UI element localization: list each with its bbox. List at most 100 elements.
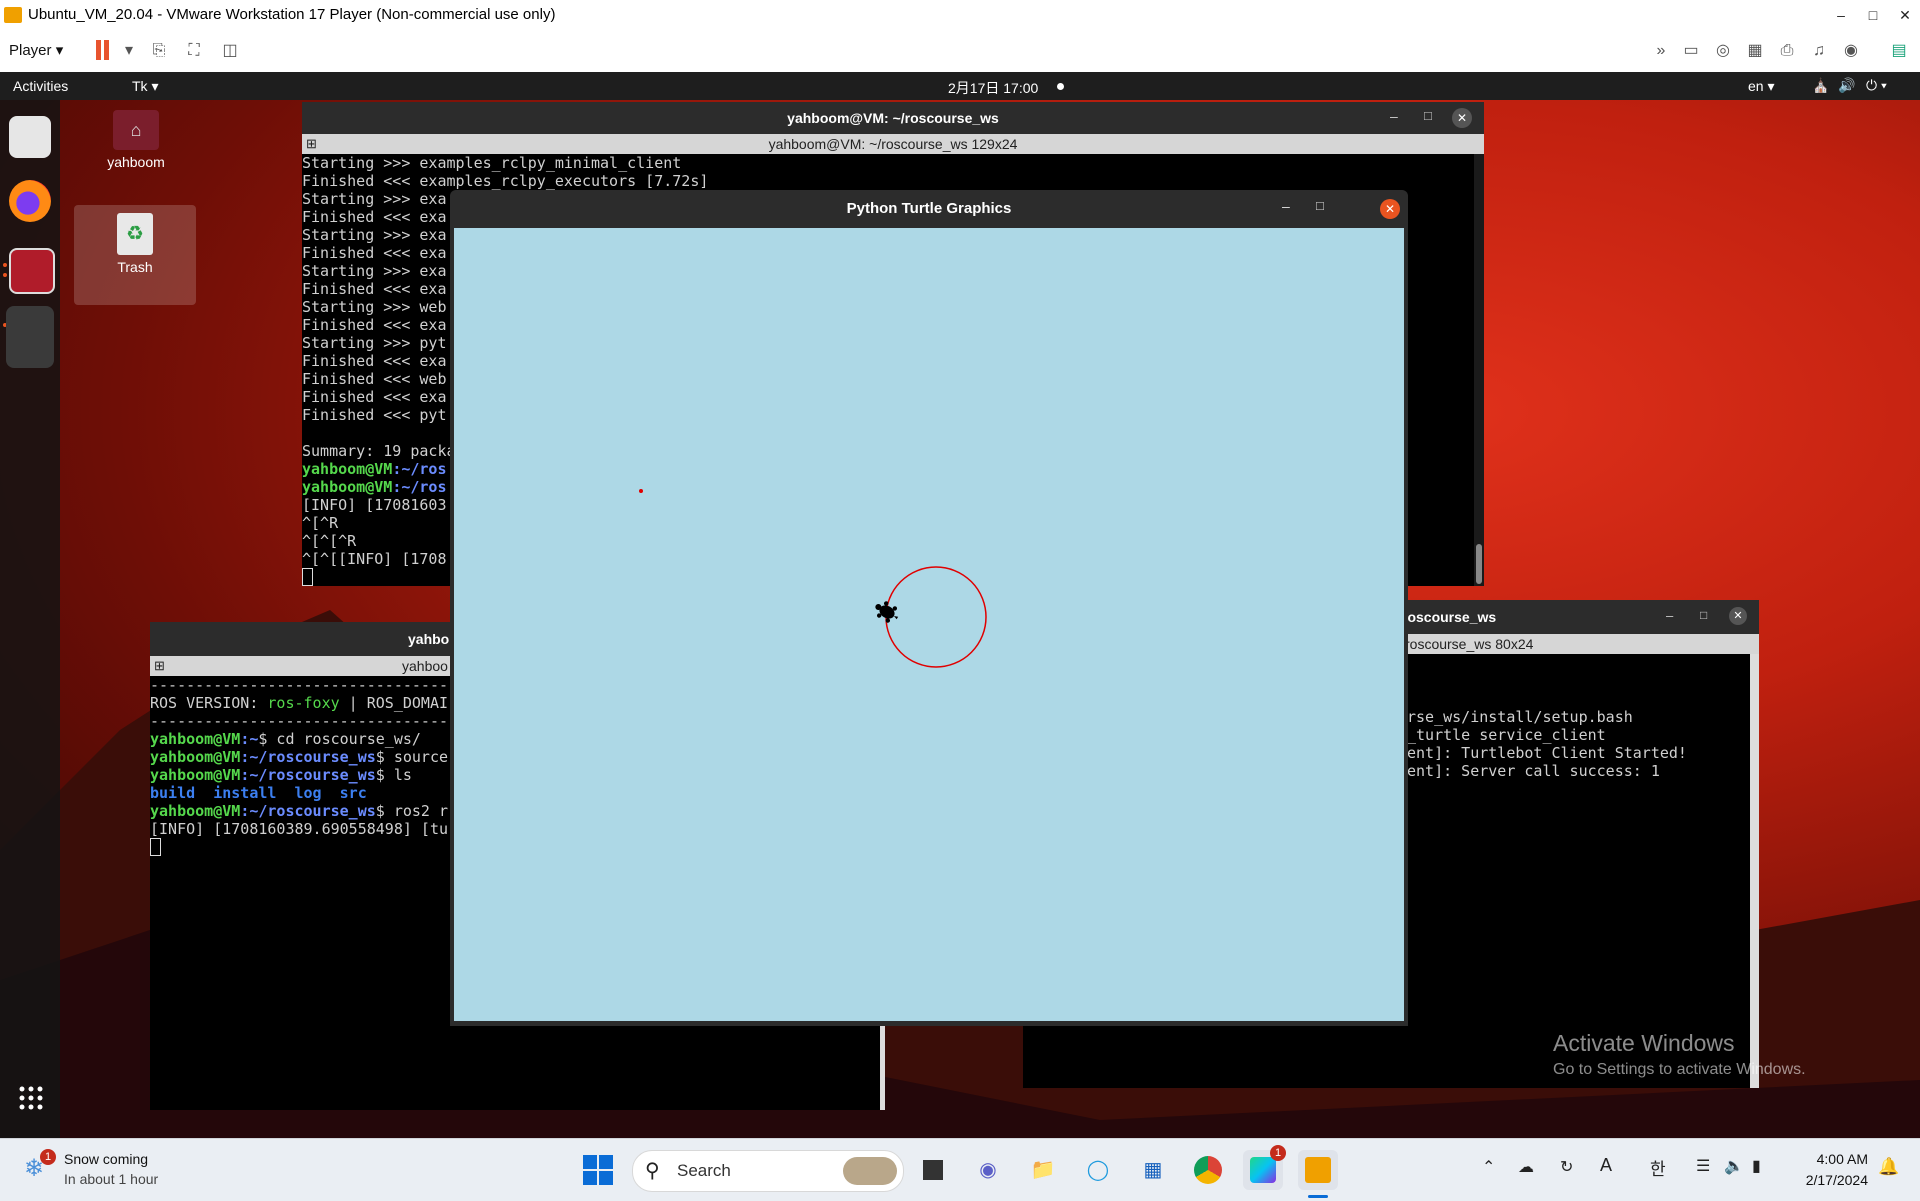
taskbar-date[interactable]: 2/17/2024 bbox=[1790, 1172, 1868, 1188]
windows-taskbar: ❄ 1 Snow coming In about 1 hour ⚲ Search… bbox=[0, 1138, 1920, 1201]
removable-devices-icon[interactable]: ▭ bbox=[1680, 40, 1702, 62]
turtle-window[interactable]: Python Turtle Graphics – □ ✕ bbox=[450, 190, 1408, 1026]
terminal-line: _turtle service_client bbox=[1407, 726, 1606, 744]
power-icon[interactable]: ⏻ ▾ bbox=[1866, 77, 1887, 94]
terminal-app-icon[interactable] bbox=[9, 248, 55, 294]
volume-icon[interactable]: 🔊 bbox=[1838, 77, 1855, 94]
taskbar-time[interactable]: 4:00 AM bbox=[1796, 1151, 1868, 1167]
turtle-app-icon[interactable] bbox=[6, 306, 54, 368]
network-icon[interactable]: ⛪ bbox=[1812, 77, 1829, 94]
close-button[interactable]: ✕ bbox=[1894, 4, 1916, 26]
desktop-icon-label: Trash bbox=[117, 259, 153, 275]
unity-mode-icon[interactable]: ◫ bbox=[219, 40, 241, 62]
activate-windows-watermark: Activate Windows Go to Settings to activ… bbox=[1553, 1030, 1806, 1079]
tab-menu-icon[interactable]: ⊞ bbox=[154, 656, 165, 676]
close-button[interactable]: ✕ bbox=[1380, 199, 1400, 219]
pause-icon[interactable] bbox=[96, 40, 101, 60]
scrollbar-thumb[interactable] bbox=[1476, 544, 1482, 584]
watermark-subtitle: Go to Settings to activate Windows. bbox=[1553, 1061, 1806, 1078]
close-button[interactable]: ✕ bbox=[1452, 108, 1472, 128]
pause-dropdown-icon[interactable]: ▾ bbox=[118, 40, 140, 62]
cd-icon[interactable]: ◎ bbox=[1712, 40, 1734, 62]
task-view-icon[interactable] bbox=[913, 1150, 953, 1190]
start-icon[interactable] bbox=[583, 1155, 613, 1185]
expand-toolbar-icon[interactable]: » bbox=[1650, 40, 1672, 62]
weather-badge: 1 bbox=[40, 1149, 56, 1165]
send-ctrl-alt-del-icon[interactable]: ⎘ bbox=[148, 40, 170, 62]
turtle-icon bbox=[875, 601, 899, 623]
edge-icon[interactable]: ◯ bbox=[1078, 1150, 1118, 1190]
home-folder-icon: ⌂ bbox=[113, 110, 159, 150]
weather-subtitle: In about 1 hour bbox=[64, 1171, 159, 1187]
battery-icon[interactable]: ▮ bbox=[1752, 1156, 1761, 1176]
file-explorer-icon[interactable]: 📁 bbox=[1023, 1150, 1063, 1190]
search-placeholder: Search bbox=[677, 1161, 731, 1180]
circle-path bbox=[885, 566, 987, 668]
turtle-title-bar: Python Turtle Graphics bbox=[450, 190, 1408, 228]
vmware-toolbar: Player ▾ ▾ ⎘ ⛶ ◫ » ▭ ◎ ▦ ⎙ ♫ ◉ ▤ bbox=[0, 30, 1920, 73]
minimize-button[interactable]: – bbox=[1666, 608, 1673, 623]
turtle-drawing bbox=[639, 489, 987, 668]
microsoft-store-icon[interactable]: ▦ bbox=[1133, 1150, 1173, 1190]
notes-icon[interactable]: ▤ bbox=[1888, 40, 1910, 62]
maximize-button[interactable]: □ bbox=[1700, 608, 1707, 622]
show-hidden-icons-icon[interactable]: ⌃ bbox=[1482, 1157, 1495, 1177]
firefox-icon[interactable] bbox=[9, 180, 51, 222]
terminal-tab-label: yahboom@VM: ~/roscourse_ws 129x24 bbox=[768, 136, 1018, 152]
terminal-tab-label: yahboo bbox=[402, 658, 448, 674]
terminal-title: yahbo bbox=[408, 631, 450, 647]
wifi-icon[interactable]: ☰ bbox=[1696, 1156, 1710, 1176]
desktop-icon-label: yahboom bbox=[107, 154, 165, 170]
search-box[interactable]: ⚲ Search bbox=[632, 1150, 904, 1192]
fullscreen-icon[interactable]: ⛶ bbox=[183, 40, 205, 62]
printer-icon[interactable]: ⎙ bbox=[1776, 40, 1798, 62]
maximize-button[interactable]: □ bbox=[1862, 4, 1884, 26]
running-indicator bbox=[3, 263, 7, 267]
pen-dot bbox=[639, 489, 643, 493]
pause-icon-bar bbox=[104, 40, 109, 60]
ime-korean-icon[interactable]: 한 bbox=[1650, 1155, 1666, 1180]
player-menu[interactable]: Player ▾ bbox=[9, 41, 63, 59]
show-apps-icon[interactable] bbox=[19, 1086, 43, 1110]
search-icon: ⚲ bbox=[645, 1160, 660, 1182]
clock[interactable]: 2月17日 17:00 bbox=[948, 78, 1038, 98]
terminal-title-bar: yahboom@VM: ~/roscourse_ws bbox=[302, 102, 1484, 134]
weather-title[interactable]: Snow coming bbox=[64, 1151, 148, 1167]
terminal-scrollbar[interactable] bbox=[1474, 154, 1484, 586]
teams-chat-icon[interactable]: ◉ bbox=[968, 1150, 1008, 1190]
tab-menu-icon[interactable]: ⊞ bbox=[306, 134, 317, 154]
activities-button[interactable]: Activities bbox=[13, 78, 68, 94]
language-menu[interactable]: en ▾ bbox=[1748, 78, 1775, 95]
active-app-indicator bbox=[1308, 1195, 1328, 1198]
minimize-button[interactable]: – bbox=[1830, 4, 1852, 26]
notification-bell-icon[interactable]: 🔔 bbox=[1878, 1157, 1899, 1177]
app-menu[interactable]: Tk ▾ bbox=[132, 78, 158, 95]
minimize-button[interactable]: – bbox=[1390, 108, 1398, 124]
terminal-scrollbar[interactable] bbox=[1750, 654, 1759, 1088]
desktop-icon-home[interactable]: ⌂ yahboom bbox=[88, 106, 184, 176]
desktop-icon-trash[interactable]: ♻ Trash bbox=[74, 205, 196, 305]
sound-card-icon[interactable]: ♫ bbox=[1808, 40, 1830, 62]
chrome-icon[interactable] bbox=[1188, 1150, 1228, 1190]
maximize-button[interactable]: □ bbox=[1316, 198, 1324, 213]
terminal-line: ent]: Server call success: 1 bbox=[1407, 762, 1660, 780]
vmware-taskbar-icon[interactable] bbox=[1298, 1150, 1338, 1190]
search-highlight-image bbox=[843, 1157, 897, 1185]
notification-dot-icon bbox=[1057, 83, 1064, 90]
maximize-button[interactable]: □ bbox=[1424, 108, 1432, 123]
running-indicator bbox=[3, 273, 7, 277]
sync-icon[interactable]: ↻ bbox=[1560, 1157, 1573, 1177]
speaker-icon[interactable]: 🔈 bbox=[1724, 1156, 1744, 1176]
turtle-canvas[interactable] bbox=[454, 228, 1404, 1021]
close-button[interactable]: ✕ bbox=[1729, 607, 1747, 625]
terminal-tab-label: roscourse_ws 80x24 bbox=[1405, 636, 1534, 652]
onedrive-icon[interactable]: ☁ bbox=[1518, 1157, 1534, 1177]
files-icon[interactable] bbox=[9, 116, 51, 158]
minimize-button[interactable]: – bbox=[1282, 198, 1290, 214]
usb-icon[interactable]: ◉ bbox=[1840, 40, 1862, 62]
network-adapter-icon[interactable]: ▦ bbox=[1744, 40, 1766, 62]
input-indicator-icon[interactable]: A bbox=[1600, 1155, 1612, 1176]
ubuntu-dock bbox=[0, 100, 60, 1138]
terminal-tab[interactable]: ⊞ yahboom@VM: ~/roscourse_ws 129x24 bbox=[302, 134, 1484, 154]
